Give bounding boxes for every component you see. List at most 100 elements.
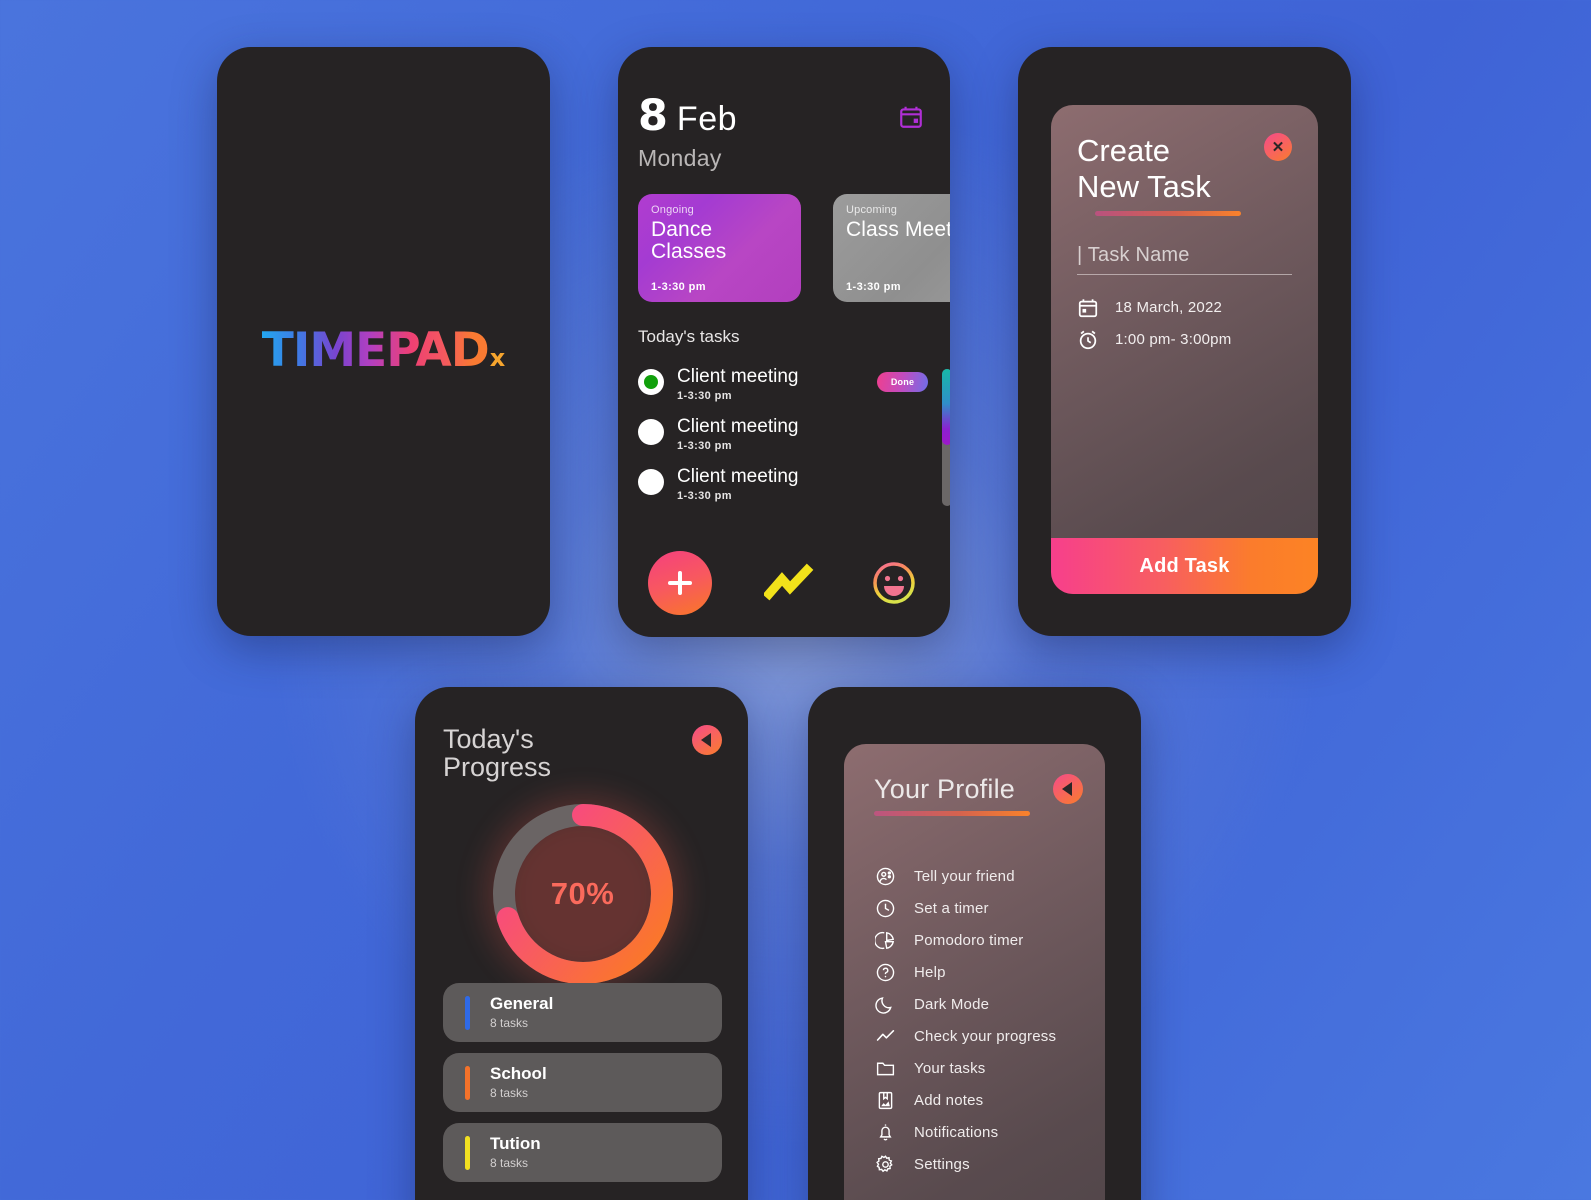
event-tag: Upcoming (846, 204, 898, 216)
calendar-icon (1077, 297, 1099, 319)
task-list: Client meeting 1-3:30 pm Done Client mee… (638, 367, 950, 506)
menu-item-tell-your-friend[interactable]: Tell your friend (874, 860, 1105, 892)
menu-item-label: Add notes (914, 1091, 984, 1109)
menu-item-dark-mode[interactable]: Dark Mode (874, 988, 1105, 1020)
task-title: Client meeting (677, 466, 799, 487)
task-row[interactable]: Client meeting 1-3:30 pm (638, 467, 928, 502)
close-icon[interactable]: ✕ (1264, 133, 1292, 161)
event-tag: Ongoing (651, 204, 694, 216)
menu-item-label: Settings (914, 1155, 970, 1173)
profile-menu: Tell your friend Set a timer Pomodoro ti… (874, 860, 1105, 1180)
date-month: Feb (676, 100, 738, 138)
menu-item-label: Dark Mode (914, 995, 990, 1013)
gear-icon (874, 1153, 896, 1175)
profile-panel: Your Profile Tell your friend Set a time… (844, 744, 1105, 1200)
add-task-fab[interactable] (648, 551, 712, 615)
scrollbar-thumb[interactable] (942, 369, 950, 445)
task-checkbox-icon[interactable] (638, 419, 664, 445)
status-badge-done: Done (877, 372, 928, 392)
todays-tasks-heading: Today's tasks (638, 327, 740, 346)
category-color-bar (465, 995, 470, 1030)
task-row[interactable]: Client meeting 1-3:30 pm Done (638, 367, 928, 402)
menu-item-label: Check your progress (914, 1027, 1057, 1045)
add-task-button[interactable]: Add Task (1051, 538, 1318, 594)
back-arrow-icon[interactable] (1053, 774, 1083, 804)
date-header: 8 Feb (638, 95, 950, 139)
task-time-row[interactable]: 1:00 pm- 3:00pm (1077, 329, 1292, 351)
task-name-input-value[interactable]: | Task Name (1077, 244, 1190, 266)
smiley-face-icon[interactable] (868, 559, 920, 607)
menu-item-add-notes[interactable]: Add notes (874, 1084, 1105, 1116)
category-name: General (490, 994, 554, 1014)
weekday-label: Monday (638, 145, 722, 171)
menu-item-label: Your tasks (914, 1059, 986, 1077)
category-color-bar (465, 1135, 470, 1170)
title-underline (1095, 210, 1241, 216)
event-card-upcoming[interactable]: Upcoming Class Meeting 1-3:30 pm (833, 194, 950, 302)
bottom-navigation (618, 551, 950, 615)
event-card-ongoing[interactable]: Ongoing Dance Classes 1-3:30 pm (638, 194, 801, 302)
menu-item-check-your-progress[interactable]: Check your progress (874, 1020, 1105, 1052)
clock-icon (874, 897, 896, 919)
share-person-icon (874, 865, 896, 887)
category-count: 8 tasks (490, 1155, 529, 1170)
plus-icon (666, 569, 694, 597)
task-time: 1-3:30 pm (677, 490, 732, 502)
task-title: Client meeting (677, 366, 799, 387)
menu-item-label: Pomodoro timer (914, 931, 1024, 949)
list-item[interactable]: School 8 tasks (443, 1053, 722, 1112)
phone-profile-screen: Your Profile Tell your friend Set a time… (808, 687, 1141, 1200)
menu-item-help[interactable]: Help (874, 956, 1105, 988)
progress-donut-chart: 70% (468, 779, 697, 1008)
question-circle-icon (874, 961, 896, 983)
menu-item-label: Help (914, 963, 946, 981)
profile-title: Your Profile (874, 774, 1015, 804)
folder-icon (874, 1057, 896, 1079)
menu-item-label: Notifications (914, 1123, 999, 1141)
create-task-panel: Create New Task ✕ | Task Name 18 March, … (1051, 105, 1318, 594)
menu-item-your-tasks[interactable]: Your tasks (874, 1052, 1105, 1084)
task-checkbox-icon[interactable] (638, 469, 664, 495)
task-time: 1-3:30 pm (677, 440, 732, 452)
task-checkbox-icon[interactable] (638, 369, 664, 395)
alarm-clock-icon (1077, 329, 1099, 351)
event-title: Class Meeting (846, 218, 950, 241)
moon-icon (874, 993, 896, 1015)
date-day-number: 8 (638, 91, 668, 141)
calendar-icon[interactable] (898, 104, 924, 130)
list-item[interactable]: General 8 tasks (443, 983, 722, 1042)
category-count: 8 tasks (490, 1085, 529, 1100)
progress-title-line2: Progress (443, 752, 552, 783)
menu-item-notifications[interactable]: Notifications (874, 1116, 1105, 1148)
task-date-value: 18 March, 2022 (1115, 299, 1223, 317)
title-underline (874, 811, 1030, 816)
category-color-bar (465, 1065, 470, 1100)
list-item[interactable]: Tution 8 tasks (443, 1123, 722, 1182)
menu-item-label: Tell your friend (914, 867, 1015, 885)
task-date-row[interactable]: 18 March, 2022 (1077, 297, 1292, 319)
menu-item-label: Set a timer (914, 899, 989, 917)
phone-home-screen: 8 Feb Monday Ongoing Dance Classes 1-3:3… (618, 47, 950, 637)
zigzag-chart-icon[interactable] (764, 559, 816, 607)
menu-item-pomodoro-timer[interactable]: Pomodoro timer (874, 924, 1105, 956)
app-logo-suffix: x (489, 344, 506, 372)
create-task-title-line1: Create (1077, 133, 1171, 168)
task-title: Client meeting (677, 416, 799, 437)
trend-line-icon (874, 1025, 896, 1047)
event-title: Dance Classes (651, 218, 727, 264)
menu-item-settings[interactable]: Settings (874, 1148, 1105, 1180)
task-name-input[interactable]: | Task Name (1077, 244, 1292, 275)
task-time: 1-3:30 pm (677, 390, 732, 402)
menu-item-set-a-timer[interactable]: Set a timer (874, 892, 1105, 924)
back-arrow-icon[interactable] (692, 725, 722, 755)
phone-progress-screen: Today's Progress 70% General 8 tasks Sch… (415, 687, 748, 1200)
task-row[interactable]: Client meeting 1-3:30 pm (638, 417, 928, 452)
progress-percent-label: 70% (550, 875, 615, 911)
event-time: 1-3:30 pm (846, 281, 901, 293)
pomodoro-pie-icon (874, 929, 896, 951)
category-count: 8 tasks (490, 1015, 529, 1030)
bell-icon (874, 1121, 896, 1143)
create-task-title-line2: New Task (1077, 169, 1211, 205)
scrollbar[interactable] (942, 369, 950, 506)
event-cards: Ongoing Dance Classes 1-3:30 pm Upcoming… (638, 194, 950, 302)
